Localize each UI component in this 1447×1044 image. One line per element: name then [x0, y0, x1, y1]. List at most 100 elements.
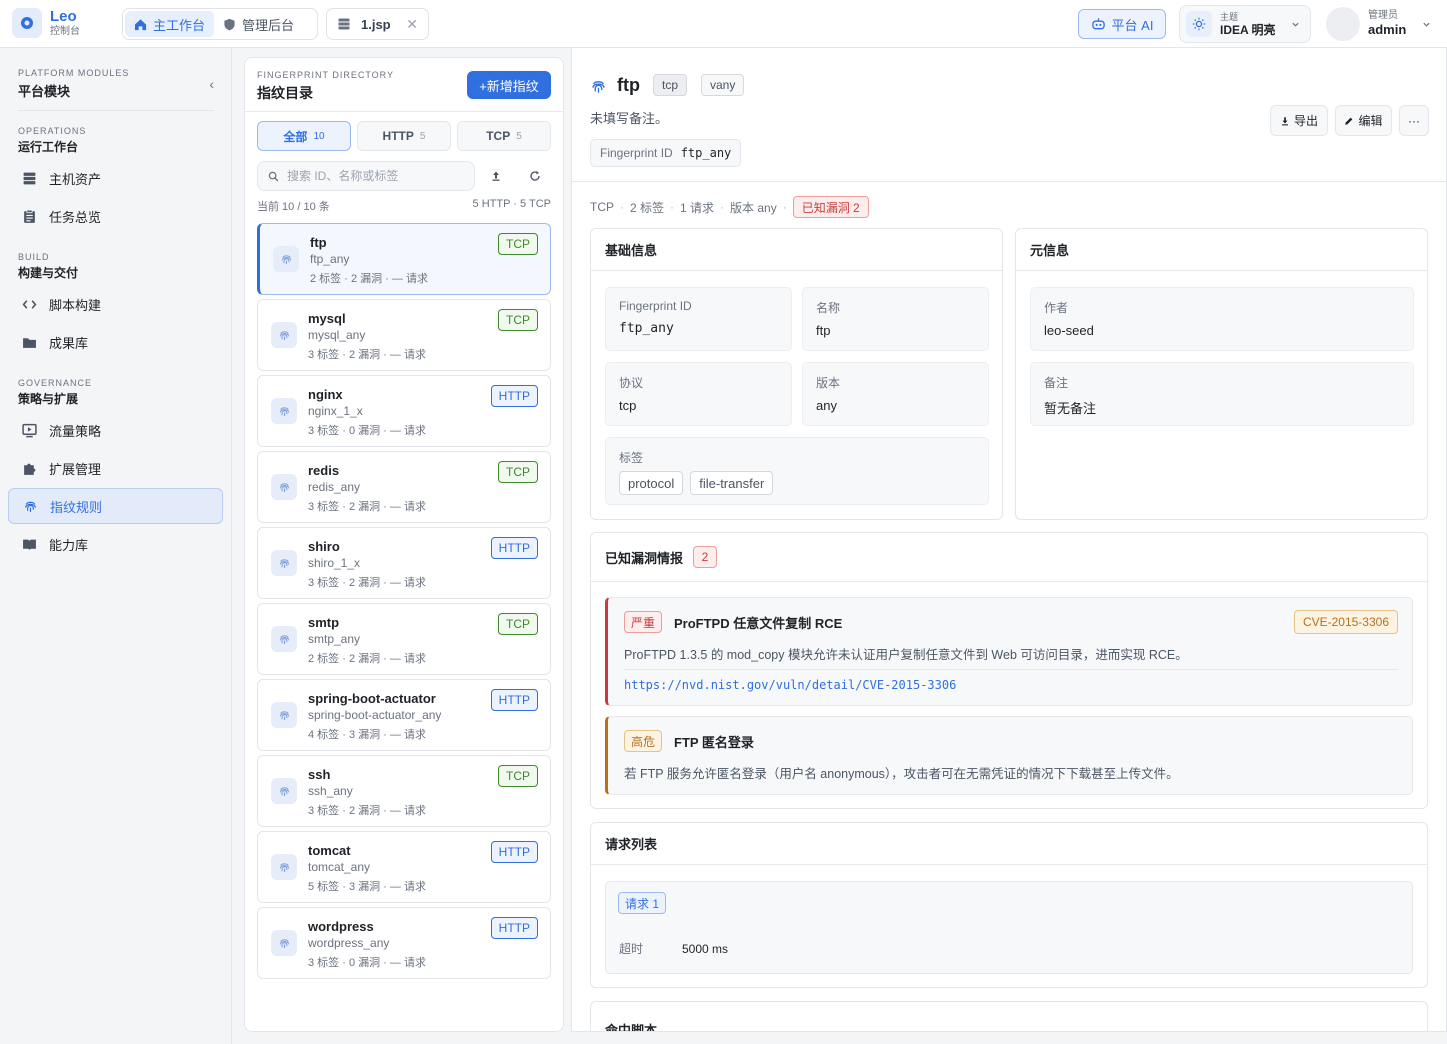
fingerprint-card[interactable]: wordpress wordpress_any 3 标签 · 0 漏洞 · — 请求… [257, 907, 551, 979]
sidebar-item-extensions[interactable]: 扩展管理 [8, 450, 223, 486]
tab-tcp[interactable]: TCP 5 [457, 121, 551, 151]
vuln-reference-link[interactable]: https://nvd.nist.gov/vuln/detail/CVE-201… [624, 678, 956, 692]
sidebar-item-capability-library[interactable]: 能力库 [8, 526, 223, 562]
sidebar-item-fingerprint-rules[interactable]: 指纹规则 [8, 488, 223, 524]
cve-badge: CVE-2015-3306 [1293, 610, 1398, 634]
chevron-left-icon[interactable]: ‹ [209, 76, 214, 92]
request-tag[interactable]: 请求 1 [618, 892, 667, 914]
card-id: ftp_any [310, 252, 350, 266]
card-name: smtp [308, 615, 340, 630]
tab-label: 全部 [283, 129, 308, 144]
sidebar-item-label: 能力库 [49, 537, 89, 553]
fingerprint-icon [271, 930, 297, 956]
fingerprint-card[interactable]: tomcat tomcat_any 5 标签 · 3 漏洞 · — 请求 HTTP [257, 831, 551, 903]
fingerprint-card[interactable]: mysql mysql_any 3 标签 · 2 漏洞 · — 请求 TCP [257, 299, 551, 371]
folder-icon [23, 337, 36, 348]
sidebar-item-traffic-policy[interactable]: 流量策略 [8, 412, 223, 448]
timeout-value: 5000 ms [682, 942, 729, 956]
file-tab[interactable]: 1.jsp ✕ [326, 8, 429, 40]
field-value: leo-seed [1044, 323, 1094, 338]
export-button[interactable]: 导出 [1270, 105, 1328, 136]
fingerprint-card[interactable]: nginx nginx_1_x 3 标签 · 0 漏洞 · — 请求 HTTP [257, 375, 551, 447]
sidebar-item-artifacts[interactable]: 成果库 [8, 324, 223, 360]
nav-main-workspace[interactable]: 主工作台 [125, 11, 215, 37]
upload-icon [492, 171, 500, 181]
search-icon [268, 171, 279, 181]
card-stats: 3 标签 · 2 漏洞 · — 请求 [308, 805, 426, 817]
sidebar-item-task-overview[interactable]: 任务总览 [8, 198, 223, 234]
hit-script-card: 命中脚本 [590, 1001, 1428, 1032]
fingerprint-icon [271, 398, 297, 424]
upload-button[interactable] [484, 164, 508, 188]
vuln-title: FTP 匿名登录 [674, 735, 754, 750]
more-button[interactable]: ··· [1399, 105, 1429, 136]
field-label: Fingerprint ID [619, 299, 692, 313]
sidebar-item-label: 扩展管理 [49, 461, 102, 477]
fingerprint-icon [25, 501, 36, 512]
field-value: tcp [619, 398, 637, 413]
field-label: 备注 [1044, 376, 1069, 390]
fingerprint-card[interactable]: ssh ssh_any 3 标签 · 2 漏洞 · — 请求 TCP [257, 755, 551, 827]
protocol-badge: HTTP [490, 689, 538, 711]
nav-label: 管理后台 [242, 17, 295, 33]
fingerprint-icon [271, 550, 297, 576]
severity-badge: 严重 [624, 611, 663, 633]
refresh-button[interactable] [523, 164, 547, 188]
summary-requests: 1 请求 [680, 200, 715, 215]
edit-button[interactable]: 编辑 [1335, 105, 1392, 136]
app-logo[interactable] [12, 8, 42, 38]
user-menu[interactable]: 管理员 admin [1326, 6, 1434, 42]
field-author: 作者 leo-seed [1030, 287, 1414, 351]
detail-summary: TCP · 2 标签 · 1 请求 · 版本 any · 已知漏洞 2 [590, 196, 869, 218]
chevron-down-icon [1423, 22, 1430, 27]
tab-all[interactable]: 全部 10 [257, 121, 351, 151]
more-label: ··· [1408, 113, 1420, 128]
detail-title: ftp [617, 75, 640, 95]
vuln-intel-card: 已知漏洞情报 2 严重 ProFTPD 任意文件复制 RCE CVE-2015-… [590, 532, 1428, 809]
fingerprint-card[interactable]: redis redis_any 3 标签 · 2 漏洞 · — 请求 TCP [257, 451, 551, 523]
hit-script-title: 命中脚本 [605, 1023, 658, 1032]
nav-admin[interactable]: 管理后台 [214, 11, 303, 37]
tag-chip[interactable]: protocol [619, 471, 684, 495]
fingerprint-directory: FINGERPRINT DIRECTORY 指纹目录 +新增指纹 全部 10 HT… [244, 57, 564, 1032]
field-fingerprint-id: Fingerprint ID ftp_any [605, 287, 792, 351]
sidebar-item-host-assets[interactable]: 主机资产 [8, 160, 223, 196]
fingerprint-card[interactable]: shiro shiro_1_x 3 标签 · 2 漏洞 · — 请求 HTTP [257, 527, 551, 599]
card-name: redis [308, 463, 340, 478]
field-version: 版本 any [802, 362, 989, 426]
fingerprint-icon [271, 322, 297, 348]
logo-icon [21, 17, 33, 29]
timeout-label: 超时 [619, 942, 644, 956]
version-chip: vany [701, 74, 745, 96]
search-input[interactable] [287, 169, 467, 183]
directory-header: FINGERPRINT DIRECTORY 指纹目录 [257, 70, 394, 103]
home-icon [134, 18, 147, 30]
card-id: ssh_any [308, 784, 353, 798]
download-icon [1282, 116, 1288, 125]
sidebar-item-script-build[interactable]: 脚本构建 [8, 286, 223, 322]
shield-icon [224, 18, 235, 30]
card-stats: 4 标签 · 3 漏洞 · — 请求 [308, 729, 426, 741]
fingerprint-card[interactable]: spring-boot-actuator spring-boot-actuator… [257, 679, 551, 751]
field-protocol: 协议 tcp [605, 362, 792, 426]
tag-chip[interactable]: file-transfer [690, 471, 774, 495]
add-fingerprint-button[interactable]: +新增指纹 [467, 71, 551, 99]
sidebar-title: 平台模块 [18, 84, 71, 99]
field-tags: 标签 protocol file-transfer [605, 437, 989, 505]
card-name: nginx [308, 387, 343, 402]
ai-label: 平台 AI [1111, 17, 1154, 33]
fingerprint-card[interactable]: ftp ftp_any 2 标签 · 2 漏洞 · — 请求 TCP [257, 223, 551, 295]
card-name: ssh [308, 767, 331, 782]
protocol-badge: TCP [498, 613, 538, 635]
protocol-badge: TCP [498, 461, 538, 483]
fingerprint-icon [271, 854, 297, 880]
theme-switcher[interactable]: 主题 IDEA 明亮 [1179, 5, 1311, 43]
section-governance: GOVERNANCE 策略与扩展 [18, 378, 92, 407]
card-stats: 3 标签 · 2 漏洞 · — 请求 [308, 349, 426, 361]
close-icon[interactable]: ✕ [406, 16, 418, 33]
directory-eyebrow: FINGERPRINT DIRECTORY [257, 70, 395, 80]
fingerprint-card[interactable]: smtp smtp_any 2 标签 · 2 漏洞 · — 请求 TCP [257, 603, 551, 675]
platform-ai-button[interactable]: 平台 AI [1078, 9, 1166, 39]
protocol-badge: TCP [498, 233, 538, 255]
tab-http[interactable]: HTTP 5 [357, 121, 451, 151]
